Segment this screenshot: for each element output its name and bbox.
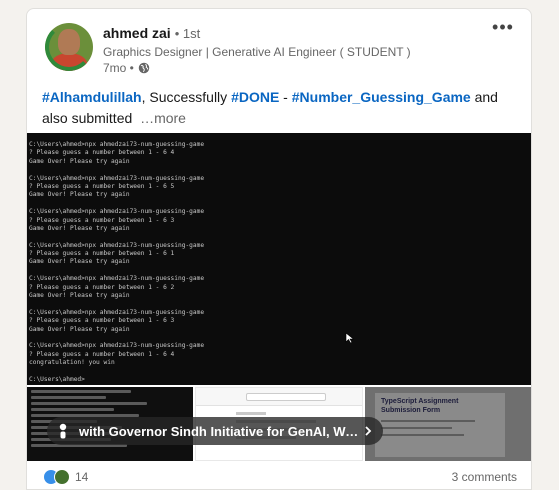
terminal-line: C:\Users\ahmed>npx ahmedzai73-num-guessi… [29, 342, 205, 350]
terminal-line: C:\Users\ahmed>npx ahmedzai73-num-guessi… [29, 308, 205, 316]
social-counts-bar: 14 3 comments [27, 461, 531, 489]
image-gallery: TypeScript Assignment Submission Form +1… [27, 387, 531, 461]
post-time: 7mo • [103, 61, 134, 75]
terminal-line: ? Please guess a number between 1 - 6 2 [29, 283, 175, 291]
see-more-link[interactable]: …more [140, 110, 186, 126]
post-meta: 7mo • [103, 61, 150, 75]
comments-count-link[interactable]: 3 comments [452, 470, 517, 484]
globe-icon [138, 62, 150, 74]
tagged-people-text: with Governor Sindh Initiative for GenAI… [79, 423, 361, 439]
terminal-line: C:\Users\ahmed>npx ahmedzai73-num-guessi… [29, 141, 205, 148]
gallery-image-form[interactable]: TypeScript Assignment Submission Form +1 [365, 387, 531, 461]
terminal-line: Game Over! Please try again [29, 224, 130, 232]
terminal-line: ? Please guess a number between 1 - 6 3 [29, 317, 175, 325]
author-row: ahmed zai • 1st [103, 25, 200, 41]
terminal-line: ? Please guess a number between 1 - 6 3 [29, 216, 175, 224]
terminal-line: ? Please guess a number between 1 - 6 5 [29, 182, 175, 190]
author-headline: Graphics Designer | Generative AI Engine… [103, 45, 411, 59]
chevron-right-icon [365, 426, 372, 436]
hashtag-link[interactable]: #Alhamdulillah [42, 89, 142, 105]
terminal-line: C:\Users\ahmed>npx ahmedzai73-num-guessi… [29, 241, 205, 249]
author-avatar[interactable] [45, 23, 93, 71]
post-text-segment: , Successfully [141, 89, 232, 105]
terminal-line: ? Please guess a number between 1 - 6 1 [29, 250, 175, 258]
terminal-line: Game Over! Please try again [29, 191, 130, 199]
open-to-work-ring [45, 23, 93, 71]
terminal-line: ? Please guess a number between 1 - 6 4 [29, 149, 175, 157]
celebrate-reaction-icon [54, 469, 70, 485]
terminal-line: ? Please guess a number between 1 - 6 4 [29, 350, 175, 358]
terminal-screenshot[interactable]: C:\Users\ahmed>npx ahmedzai73-num-guessi… [27, 133, 531, 385]
mouse-cursor-icon [345, 332, 355, 344]
terminal-line: C:\Users\ahmed>npx ahmedzai73-num-guessi… [29, 208, 205, 216]
terminal-line: Game Over! Please try again [29, 157, 130, 165]
form-preview: TypeScript Assignment Submission Form [375, 393, 505, 457]
tagged-people-pill[interactable]: with Governor Sindh Initiative for GenAI… [47, 417, 383, 445]
reactions-summary[interactable]: 14 [43, 469, 88, 485]
terminal-line: congratulation! you win [29, 359, 115, 367]
form-title: TypeScript Assignment Submission Form [381, 398, 459, 414]
hashtag-link[interactable]: #DONE [231, 89, 279, 105]
post-options-button[interactable]: ••• [491, 18, 515, 43]
connection-degree: • 1st [174, 25, 201, 41]
reaction-count: 14 [75, 470, 89, 484]
terminal-line: C:\Users\ahmed> [29, 375, 85, 383]
hashtag-link[interactable]: #Number_Guessing_Game [292, 89, 471, 105]
post-card: ahmed zai • 1st Graphics Designer | Gene… [26, 8, 532, 490]
terminal-line: C:\Users\ahmed>npx ahmedzai73-num-guessi… [29, 275, 205, 283]
person-icon [59, 423, 67, 439]
terminal-line: Game Over! Please try again [29, 325, 130, 333]
terminal-line: Game Over! Please try again [29, 292, 130, 300]
terminal-line: C:\Users\ahmed>npx ahmedzai73-num-guessi… [29, 174, 205, 182]
terminal-line: Game Over! Please try again [29, 258, 130, 266]
post-text-segment: - [279, 89, 292, 105]
post-body: #Alhamdulillah, Successfully #DONE - #Nu… [42, 87, 522, 129]
author-name[interactable]: ahmed zai [103, 25, 171, 41]
